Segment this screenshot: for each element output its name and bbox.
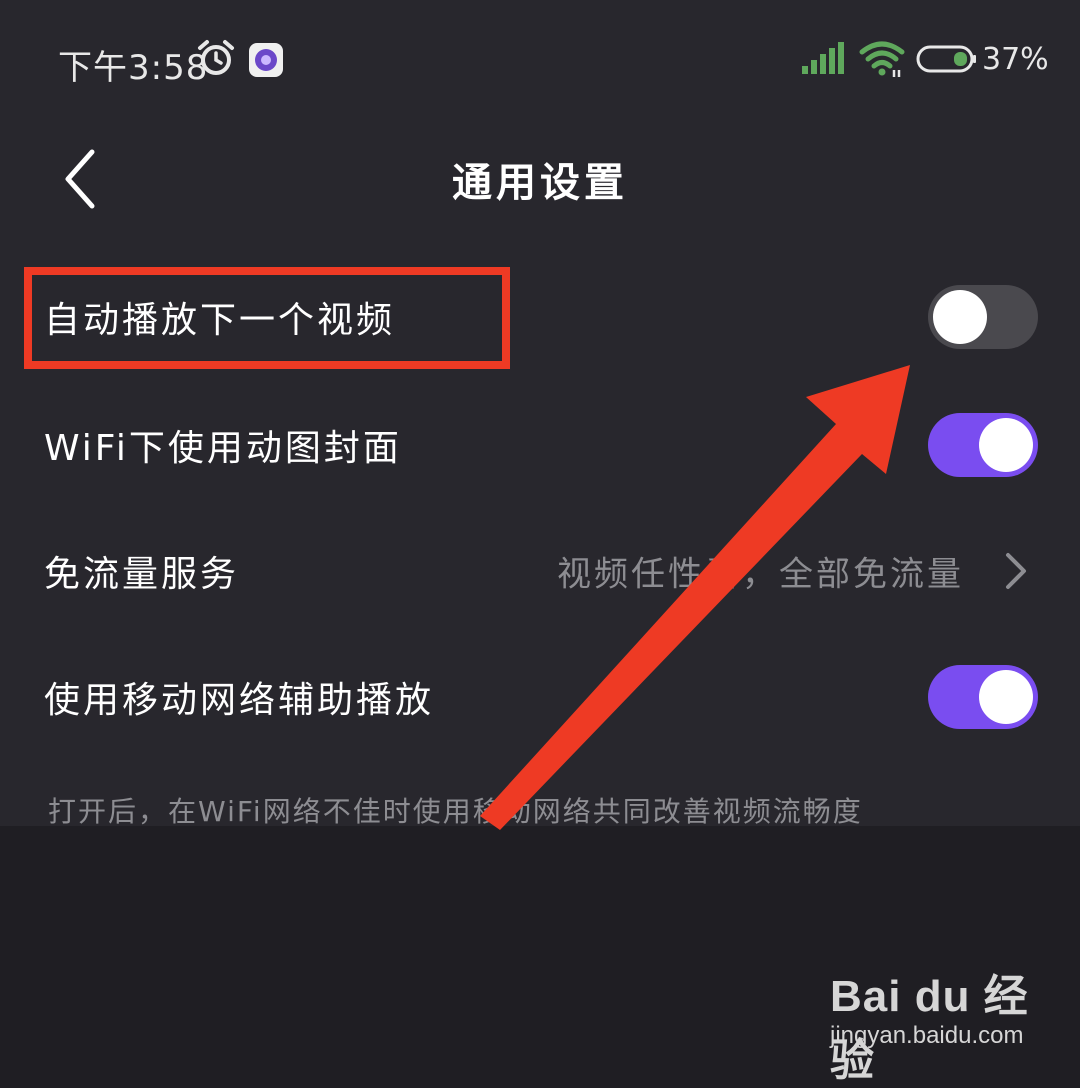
setting-row-free-data-service[interactable]: 免流量服务 视频任性看，全部免流量 bbox=[0, 516, 1080, 626]
wifi-gif-cover-toggle[interactable] bbox=[928, 413, 1038, 477]
hint-text: 打开后，在WiFi网络不佳时使用移动网络共同改善视频流畅度 bbox=[48, 795, 863, 828]
watermark-url: jingyan.baidu.com bbox=[830, 1022, 1024, 1049]
setting-value: 视频任性看，全部免流量 bbox=[557, 554, 964, 595]
battery-percent: 37% bbox=[982, 42, 1049, 77]
status-time: 下午3:58 bbox=[58, 48, 209, 88]
setting-label: 免流量服务 bbox=[44, 554, 240, 595]
baidu-jingyan-watermark: Bai du 经验 jingyan.baidu.com bbox=[830, 960, 1060, 1085]
toggle-knob bbox=[979, 418, 1033, 472]
setting-label: WiFi下使用动图封面 bbox=[44, 428, 402, 469]
annotation-highlight-box bbox=[24, 267, 510, 369]
setting-row-wifi-gif-cover: WiFi下使用动图封面 bbox=[0, 390, 1080, 500]
signal-icon bbox=[802, 42, 844, 74]
status-bar: 下午3:58 37% bbox=[0, 30, 1080, 90]
battery-icon bbox=[916, 45, 976, 73]
page-title: 通用设置 bbox=[452, 160, 628, 206]
wifi-icon bbox=[859, 41, 905, 77]
autoplay-next-toggle[interactable] bbox=[928, 285, 1038, 349]
chevron-right-icon bbox=[1006, 553, 1026, 589]
alarm-icon bbox=[198, 40, 234, 75]
setting-row-mobile-assist: 使用移动网络辅助播放 bbox=[0, 642, 1080, 752]
mobile-assist-toggle[interactable] bbox=[928, 665, 1038, 729]
toggle-knob bbox=[979, 670, 1033, 724]
setting-label: 使用移动网络辅助播放 bbox=[44, 680, 435, 721]
toggle-knob bbox=[933, 290, 987, 344]
app-icon bbox=[249, 43, 283, 77]
